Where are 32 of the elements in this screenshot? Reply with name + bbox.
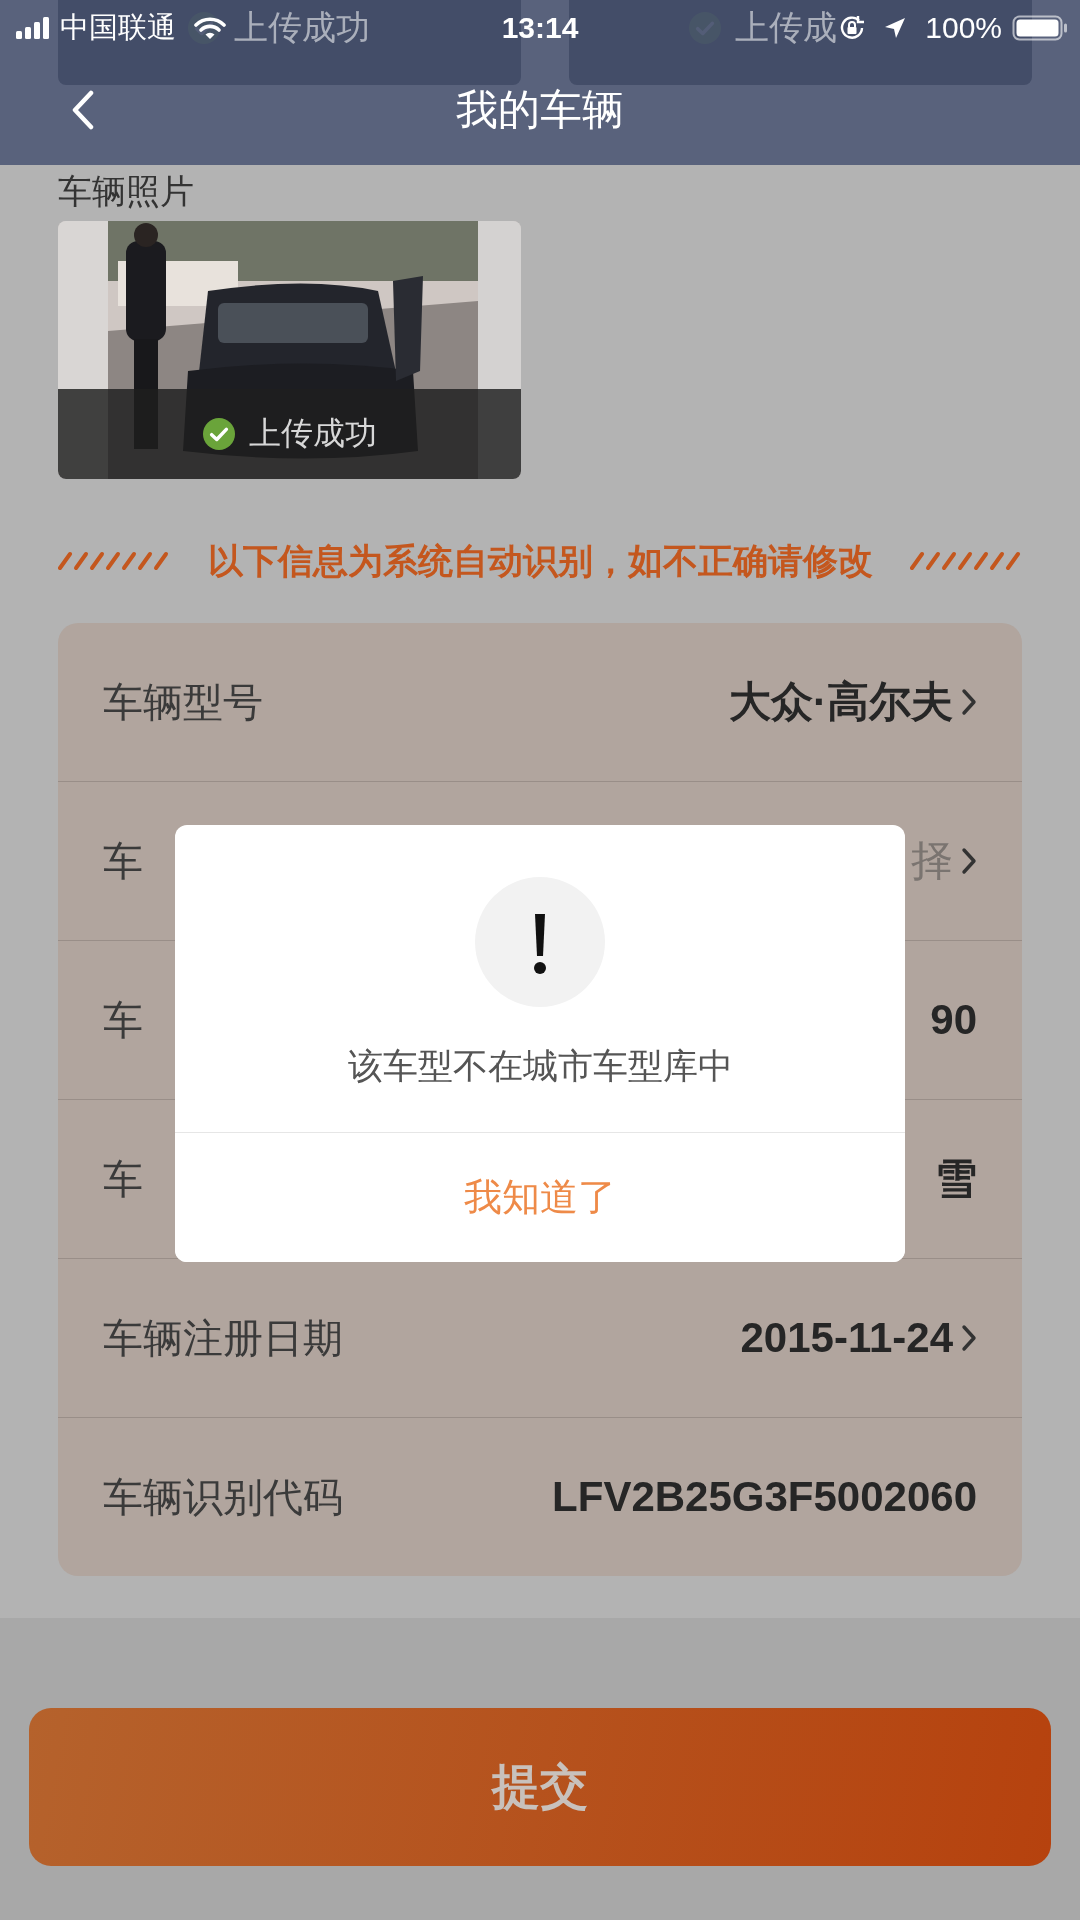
chevron-icon[interactable] bbox=[961, 1324, 977, 1352]
section-title: 车辆照片 bbox=[58, 171, 195, 211]
field-value: 90 bbox=[930, 996, 977, 1044]
upload-status: 上传成 bbox=[735, 6, 837, 48]
rotation-lock-icon bbox=[839, 14, 866, 41]
field-value: 雪 bbox=[935, 1154, 977, 1204]
submit-button[interactable]: 提交 bbox=[29, 1708, 1051, 1866]
field-value[interactable]: 大众·高尔夫 bbox=[729, 674, 953, 730]
location-arrow-icon bbox=[883, 15, 908, 40]
field-value[interactable]: 2015-11-24 bbox=[740, 1314, 953, 1362]
carrier-name: 中国联通 bbox=[60, 9, 176, 45]
wifi-icon bbox=[194, 15, 226, 40]
field-label: 车 bbox=[103, 996, 143, 1044]
field-value: LFV2B25G3F5002060 bbox=[552, 1473, 977, 1521]
dialog-message: 该车型不在城市车型库中 bbox=[347, 1045, 733, 1087]
battery-percent: 100% bbox=[925, 10, 1002, 45]
notice-text: 以下信息为系统自动识别，如不正确请修改 bbox=[207, 539, 873, 582]
field-label: 车辆注册日期 bbox=[103, 1314, 343, 1362]
upload-status: 上传成功 bbox=[248, 414, 377, 453]
battery-icon bbox=[1012, 14, 1068, 41]
chevron-icon[interactable] bbox=[961, 847, 977, 875]
chevron-icon[interactable] bbox=[961, 688, 977, 716]
screen-title: 我的车辆 bbox=[456, 85, 624, 135]
back-icon[interactable] bbox=[72, 90, 94, 130]
field-label: 车 bbox=[103, 1155, 143, 1203]
clock: 13:14 bbox=[501, 10, 579, 45]
signal-icon bbox=[16, 16, 50, 39]
field-label: 车辆型号 bbox=[103, 678, 263, 726]
exclamation-icon bbox=[475, 877, 605, 1007]
field-label: 车辆识别代码 bbox=[103, 1473, 343, 1521]
field-label: 车 bbox=[103, 837, 143, 885]
upload-status: 上传成功 bbox=[234, 6, 370, 48]
